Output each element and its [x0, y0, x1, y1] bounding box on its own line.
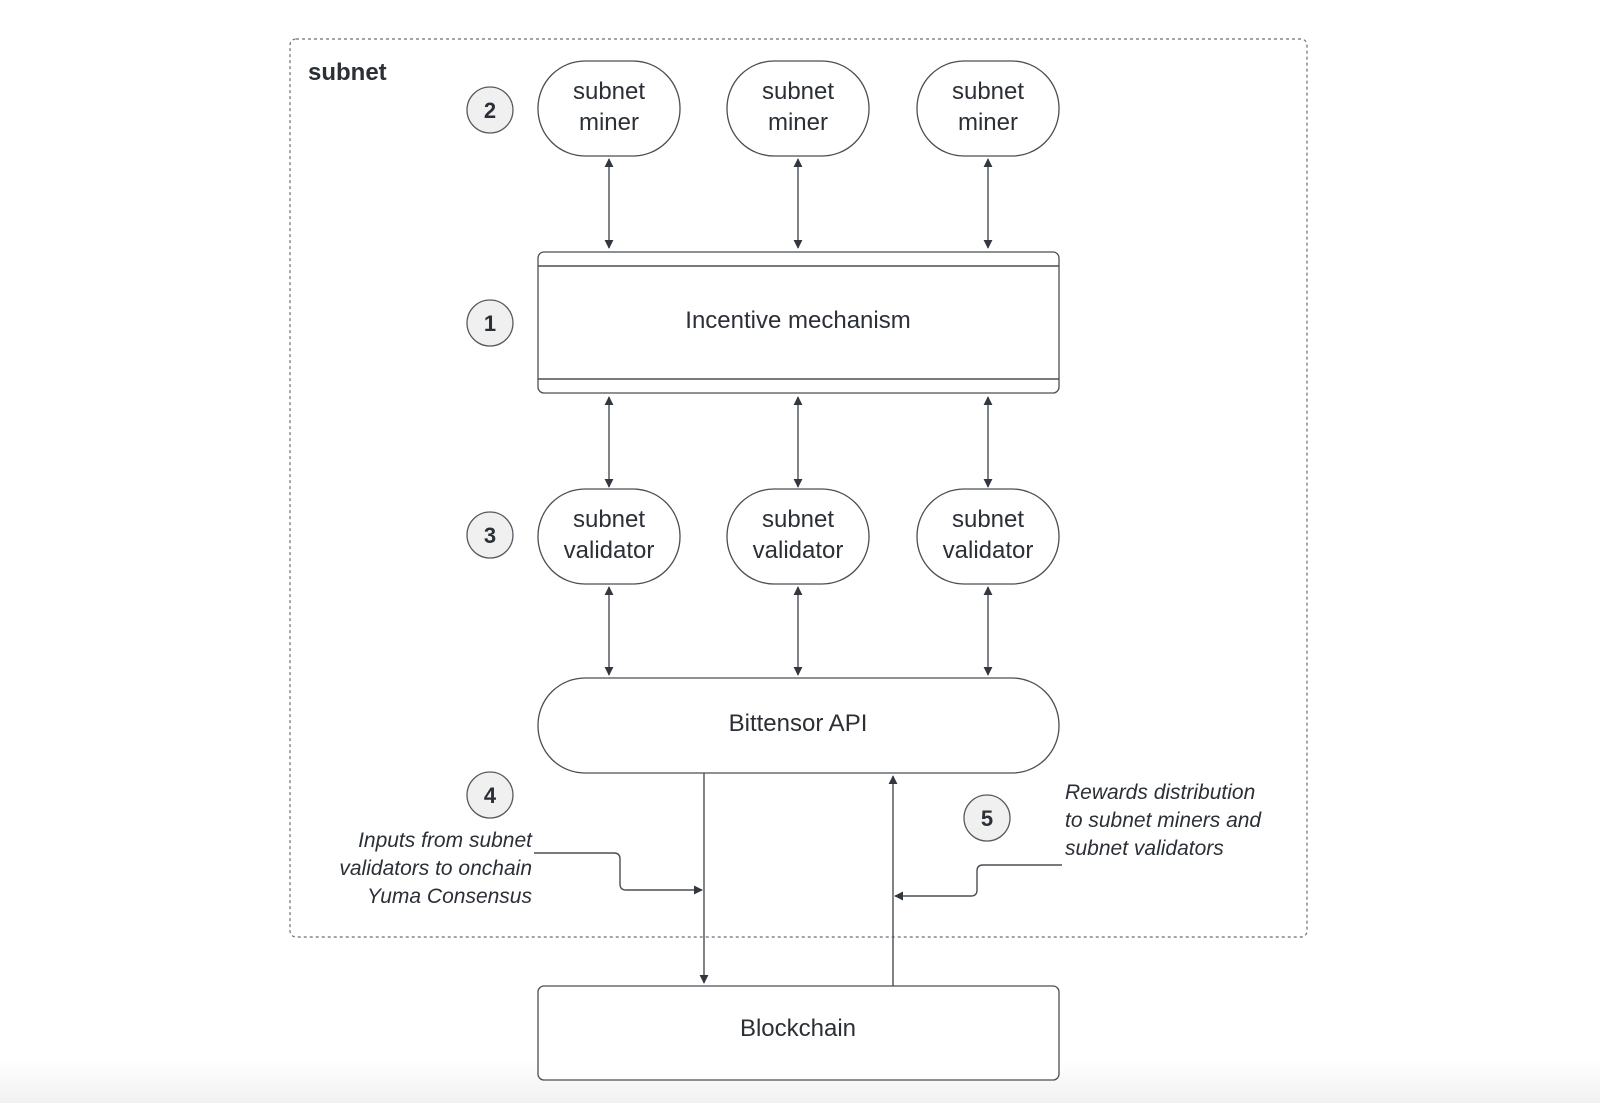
- rewards-note-connector: [894, 864, 1062, 901]
- miner-label-line2: miner: [768, 109, 828, 136]
- architecture-diagram: subnet subnet miner subnet miner subnet …: [289, 38, 1308, 1081]
- inputs-note: Inputs from subnet validators to onchain…: [339, 829, 533, 908]
- inputs-note-line: Inputs from subnet: [358, 829, 533, 852]
- svg-text:2: 2: [484, 98, 496, 123]
- miner-node[interactable]: subnet miner: [916, 60, 1060, 157]
- bittensor-api-node[interactable]: Bittensor API: [537, 677, 1060, 774]
- step-badge-5: 5: [963, 794, 1011, 842]
- blockchain-node[interactable]: Blockchain: [537, 985, 1060, 1081]
- rewards-note: Rewards distribution to subnet miners an…: [1065, 781, 1262, 860]
- validator-label-line1: subnet: [573, 506, 645, 533]
- rewards-note-line: to subnet miners and: [1065, 809, 1262, 832]
- inputs-note-connector: [534, 852, 703, 895]
- svg-text:1: 1: [484, 311, 496, 336]
- validator-label-line1: subnet: [952, 506, 1024, 533]
- validator-label-line2: validator: [753, 537, 844, 564]
- bittensor-api-label: Bittensor API: [729, 710, 868, 737]
- svg-text:5: 5: [981, 806, 993, 831]
- incentive-mechanism-label: Incentive mechanism: [685, 307, 910, 334]
- validator-label-line2: validator: [943, 537, 1034, 564]
- subnet-label: subnet: [308, 59, 387, 86]
- step-badge-1: 1: [466, 299, 514, 347]
- miner-label-line2: miner: [579, 109, 639, 136]
- validator-label-line1: subnet: [762, 506, 834, 533]
- inputs-note-line: Yuma Consensus: [367, 885, 532, 908]
- step-badge-2: 2: [466, 86, 514, 134]
- validator-node[interactable]: subnet validator: [726, 488, 870, 585]
- validator-node[interactable]: subnet validator: [916, 488, 1060, 585]
- blockchain-label: Blockchain: [740, 1015, 856, 1042]
- validator-node[interactable]: subnet validator: [537, 488, 681, 585]
- svg-text:4: 4: [484, 783, 497, 808]
- miner-label-line1: subnet: [762, 78, 834, 105]
- inputs-note-line: validators to onchain: [339, 857, 532, 880]
- miner-node[interactable]: subnet miner: [726, 60, 870, 157]
- miner-label-line1: subnet: [573, 78, 645, 105]
- rewards-note-line: subnet validators: [1065, 837, 1224, 860]
- step-badge-4: 4: [466, 771, 514, 819]
- miner-node[interactable]: subnet miner: [537, 60, 681, 157]
- validator-label-line2: validator: [564, 537, 655, 564]
- rewards-note-line: Rewards distribution: [1065, 781, 1255, 804]
- step-badge-3: 3: [466, 511, 514, 559]
- miner-label-line1: subnet: [952, 78, 1024, 105]
- incentive-mechanism-node[interactable]: Incentive mechanism: [537, 251, 1060, 394]
- miner-label-line2: miner: [958, 109, 1018, 136]
- svg-text:3: 3: [484, 523, 496, 548]
